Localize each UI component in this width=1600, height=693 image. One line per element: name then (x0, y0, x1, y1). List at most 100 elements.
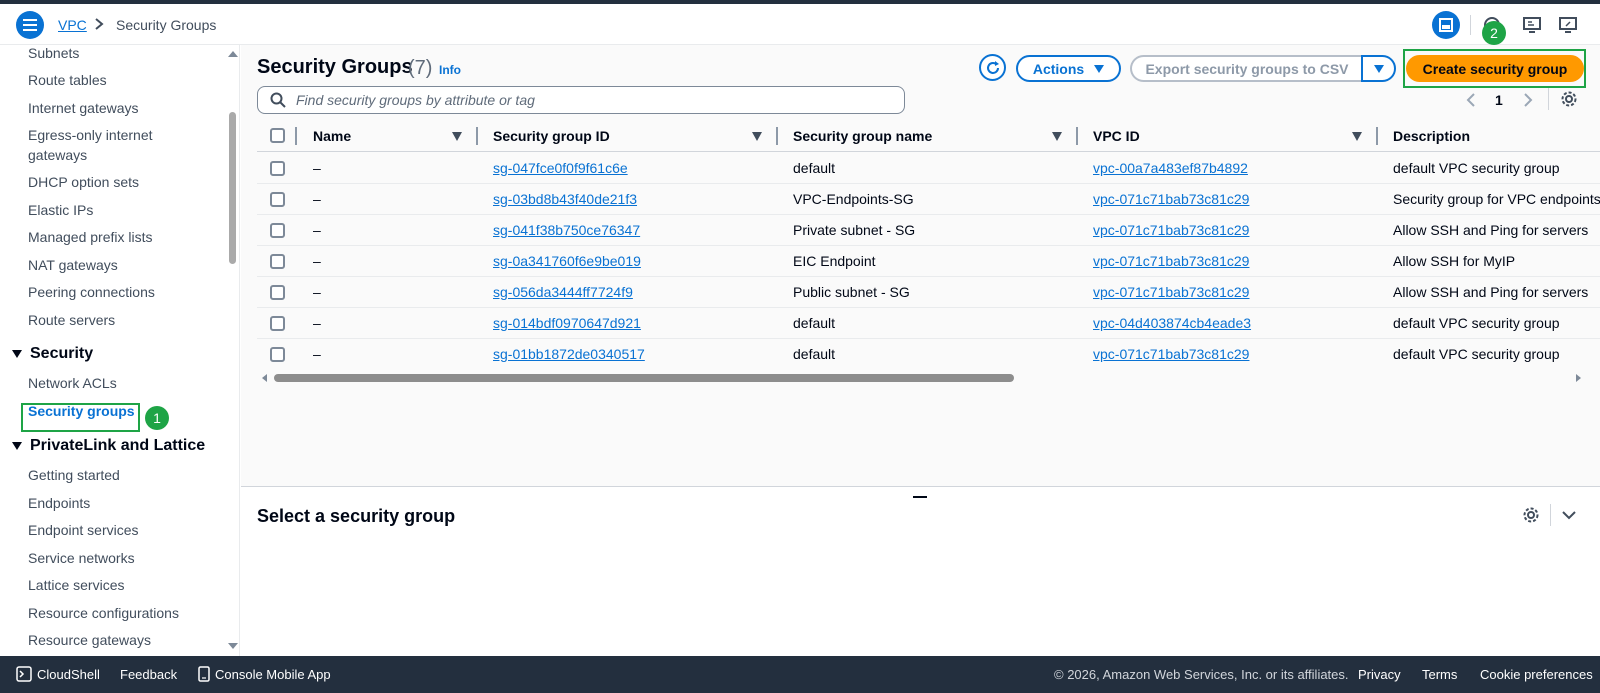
table-row[interactable]: – sg-014bdf0970647d921 default vpc-04d40… (257, 308, 1600, 339)
row-checkbox[interactable] (270, 254, 285, 269)
search-input[interactable] (296, 92, 876, 108)
sidebar-scroll-down[interactable] (228, 643, 238, 649)
table-row[interactable]: – sg-0a341760f6e9be019 EIC Endpoint vpc-… (257, 246, 1600, 277)
sidebar-item-endpoint-services[interactable]: Endpoint services (28, 520, 139, 540)
sidebar-item-peering[interactable]: Peering connections (28, 282, 155, 302)
footer-terms-link[interactable]: Terms (1422, 667, 1457, 682)
row-checkbox[interactable] (270, 192, 285, 207)
sidebar-item-service-networks[interactable]: Service networks (28, 548, 135, 568)
gear-icon[interactable] (1522, 506, 1540, 524)
info-link[interactable]: Info (439, 63, 461, 77)
table-row[interactable]: – sg-047fce0f0f9f61c6e default vpc-00a7a… (257, 153, 1600, 184)
select-all-checkbox[interactable] (270, 128, 285, 143)
table-row[interactable]: – sg-01bb1872de0340517 default vpc-071c7… (257, 339, 1600, 370)
footer-feedback-link[interactable]: Feedback (120, 667, 177, 682)
monitor-chat-icon (1523, 17, 1541, 33)
split-panel-toggle[interactable] (1432, 11, 1460, 39)
table-scroll-right[interactable] (1576, 374, 1581, 382)
cell-sg-name: EIC Endpoint (793, 253, 876, 269)
sidebar-item-prefix-lists[interactable]: Managed prefix lists (28, 227, 153, 247)
footer-mobile-app-link[interactable]: Console Mobile App (215, 667, 331, 682)
table-row[interactable]: – sg-056da3444ff7724f9 Public subnet - S… (257, 277, 1600, 308)
row-checkbox[interactable] (270, 161, 285, 176)
sidebar-item-network-acls[interactable]: Network ACLs (28, 373, 117, 393)
cell-vpc-id-link[interactable]: vpc-071c71bab73c81c29 (1093, 191, 1249, 207)
cell-name: – (313, 315, 321, 331)
cell-vpc-id-link[interactable]: vpc-04d403874cb4eade3 (1093, 315, 1251, 331)
cell-sg-id-link[interactable]: sg-041f38b750ce76347 (493, 222, 640, 238)
table-row[interactable]: – sg-03bd8b43f40de21f3 VPC-Endpoints-SG … (257, 184, 1600, 215)
cell-sg-id-link[interactable]: sg-014bdf0970647d921 (493, 315, 641, 331)
cell-description: Allow SSH and Ping for servers (1393, 284, 1589, 300)
export-dropdown-button[interactable] (1361, 55, 1396, 82)
details-panel-title: Select a security group (257, 506, 456, 526)
cell-sg-id-link[interactable]: sg-01bb1872de0340517 (493, 346, 645, 362)
sidebar-item-resource-configurations[interactable]: Resource configurations (28, 603, 179, 623)
sidebar-section-security[interactable]: Security (12, 345, 93, 363)
column-header-sg-name[interactable]: Security group name (793, 128, 932, 144)
column-header-name[interactable]: Name (313, 128, 351, 144)
cell-vpc-id-link[interactable]: vpc-00a7a483ef87b4892 (1093, 160, 1248, 176)
table-scrollbar-thumb[interactable] (274, 374, 1014, 382)
search-bar[interactable] (257, 86, 905, 114)
step-badge-1: 1 (145, 406, 169, 430)
page-number[interactable]: 1 (1495, 92, 1503, 108)
split-panel-resize-handle[interactable] (913, 496, 927, 498)
sidebar-section-privatelink[interactable]: PrivateLink and Lattice (12, 437, 205, 455)
sidebar-item-nat-gateways[interactable]: NAT gateways (28, 255, 118, 275)
footer-cookie-link[interactable]: Cookie preferences (1480, 667, 1593, 682)
sidebar-item-subnets[interactable]: Subnets (28, 45, 79, 63)
column-header-description[interactable]: Description (1393, 128, 1470, 144)
chevron-down-icon[interactable] (1562, 510, 1576, 520)
column-header-vpc-id[interactable]: VPC ID (1093, 128, 1140, 144)
cell-vpc-id-link[interactable]: vpc-071c71bab73c81c29 (1093, 253, 1249, 269)
sidebar-item-lattice-services[interactable]: Lattice services (28, 575, 124, 595)
cell-description: Allow SSH for MyIP (1393, 253, 1516, 269)
sort-icon[interactable] (1352, 132, 1362, 141)
sidebar-item-resource-gateways[interactable]: Resource gateways (28, 630, 151, 650)
chevron-right-icon[interactable] (1523, 93, 1533, 107)
cell-name: – (313, 346, 321, 362)
row-checkbox[interactable] (270, 223, 285, 238)
sidebar-item-internet-gateways[interactable]: Internet gateways (28, 98, 139, 118)
footer-privacy-link[interactable]: Privacy (1358, 667, 1401, 682)
sidebar-scroll-up[interactable] (228, 51, 238, 57)
sidebar-item-endpoints[interactable]: Endpoints (28, 493, 90, 513)
table-scroll-left[interactable] (262, 374, 267, 382)
breadcrumb-vpc-link[interactable]: VPC (58, 17, 87, 33)
row-checkbox[interactable] (270, 316, 285, 331)
cell-sg-id-link[interactable]: sg-0a341760f6e9be019 (493, 253, 641, 269)
cell-sg-id-link[interactable]: sg-056da3444ff7724f9 (493, 284, 633, 300)
sidebar-item-route-servers[interactable]: Route servers (28, 310, 115, 330)
gear-icon[interactable] (1560, 90, 1578, 108)
table-row[interactable]: – sg-041f38b750ce76347 Private subnet - … (257, 215, 1600, 246)
section-label: Security (30, 345, 94, 362)
cell-name: – (313, 160, 321, 176)
feedback-monitor-button[interactable] (1520, 13, 1544, 37)
sidebar-item-elastic-ips[interactable]: Elastic IPs (28, 200, 93, 220)
row-checkbox[interactable] (270, 347, 285, 362)
sidebar-item-getting-started[interactable]: Getting started (28, 465, 120, 485)
column-header-sg-id[interactable]: Security group ID (493, 128, 610, 144)
cell-vpc-id-link[interactable]: vpc-071c71bab73c81c29 (1093, 346, 1249, 362)
row-checkbox[interactable] (270, 285, 285, 300)
sidebar-item-route-tables[interactable]: Route tables (28, 70, 107, 90)
cell-sg-id-link[interactable]: sg-03bd8b43f40de21f3 (493, 191, 637, 207)
screen-button[interactable] (1556, 13, 1580, 37)
footer-cloudshell-link[interactable]: CloudShell (37, 667, 100, 682)
refresh-button[interactable] (979, 54, 1006, 81)
chevron-left-icon[interactable] (1466, 93, 1476, 107)
cell-name: – (313, 191, 321, 207)
cell-vpc-id-link[interactable]: vpc-071c71bab73c81c29 (1093, 222, 1249, 238)
export-csv-button[interactable]: Export security groups to CSV (1130, 55, 1362, 82)
sort-icon[interactable] (452, 132, 462, 141)
sidebar-scrollbar-thumb[interactable] (229, 112, 236, 264)
sort-icon[interactable] (1052, 132, 1062, 141)
actions-button[interactable]: Actions (1016, 55, 1121, 82)
sidebar-item-egress-only[interactable]: Egress-only internet gateways (28, 125, 178, 165)
cell-sg-id-link[interactable]: sg-047fce0f0f9f61c6e (493, 160, 628, 176)
sidebar-item-dhcp[interactable]: DHCP option sets (28, 172, 139, 192)
sort-icon[interactable] (752, 132, 762, 141)
cell-vpc-id-link[interactable]: vpc-071c71bab73c81c29 (1093, 284, 1249, 300)
menu-button[interactable] (16, 11, 44, 39)
